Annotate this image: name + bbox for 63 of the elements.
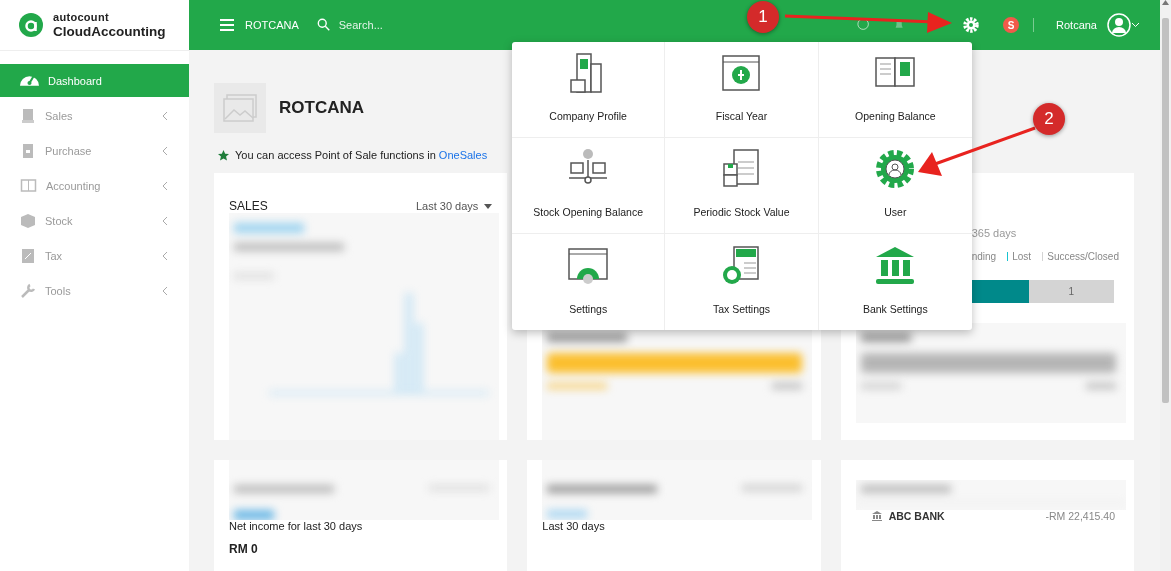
book-icon xyxy=(20,177,37,194)
box-icon xyxy=(20,212,36,229)
sidebar-item[interactable]: Accounting xyxy=(0,169,189,202)
logo-icon xyxy=(19,13,43,37)
bar-segment: 1 xyxy=(1028,280,1114,303)
help-icon[interactable] xyxy=(857,18,871,32)
percent-icon xyxy=(20,247,36,264)
legend-label: Success/Closed xyxy=(1047,251,1119,262)
scrollbar-thumb[interactable] xyxy=(1162,18,1169,403)
sidebar-item[interactable]: Tax xyxy=(0,239,189,272)
receipt-icon xyxy=(20,142,36,159)
company-name: ROTCANA xyxy=(279,98,364,118)
settings-menu-item[interactable]: Opening Balance xyxy=(818,42,972,138)
wrench-icon xyxy=(20,282,36,299)
income-value: RM 0 xyxy=(229,542,259,556)
search-icon[interactable] xyxy=(316,18,331,32)
chevron-icon xyxy=(161,215,169,226)
card-caption: Last 30 days xyxy=(542,520,606,532)
avatar-icon[interactable] xyxy=(1107,13,1131,37)
chevron-icon xyxy=(161,250,169,261)
menu-icon[interactable] xyxy=(219,17,235,33)
star-icon xyxy=(218,149,229,161)
scroll-up-icon xyxy=(1162,0,1169,6)
sidebar-item[interactable]: Purchase xyxy=(0,134,189,167)
card-caption: Net income for last 30 days xyxy=(229,520,364,532)
image-icon xyxy=(222,93,258,123)
legend-label: nding xyxy=(971,251,997,262)
settings-menu-item[interactable]: Stock Opening Balance xyxy=(512,138,666,234)
sidebar-item[interactable]: Tools xyxy=(0,274,189,307)
chevron-icon xyxy=(161,180,169,191)
period-dropdown[interactable]: Last 30 days xyxy=(415,200,493,212)
chevron-down-icon[interactable] xyxy=(1131,21,1140,29)
bank-balance: -RM 22,415.40 xyxy=(1045,510,1115,522)
product-name: CloudAccounting xyxy=(53,24,166,39)
pos-notice: You can access Point of Sale functions in OneSales xyxy=(235,149,488,161)
onesales-link[interactable]: OneSales xyxy=(438,149,488,161)
settings-menu-item[interactable]: Bank Settings xyxy=(818,234,972,330)
caret-icon xyxy=(484,203,493,209)
settings-menu-item[interactable]: Fiscal Year xyxy=(665,42,819,138)
search-field[interactable]: Search... xyxy=(336,18,501,32)
chevron-icon xyxy=(161,110,169,121)
user-name[interactable]: Rotcana xyxy=(1056,19,1097,31)
legend-label: Lost xyxy=(1012,251,1032,262)
card-title: SALES xyxy=(229,199,268,213)
settings-menu-item[interactable]: Tax Settings xyxy=(665,234,819,330)
chevron-icon xyxy=(161,145,169,156)
bank-icon xyxy=(871,511,882,521)
settings-menu-item[interactable]: Settings xyxy=(512,234,666,330)
notification-badge[interactable]: S xyxy=(1003,17,1019,33)
settings-menu-item[interactable]: Periodic Stock Value xyxy=(665,138,819,234)
gauge-icon xyxy=(20,74,39,87)
company-switcher[interactable]: ROTCANA xyxy=(245,19,299,31)
period-label: 365 days xyxy=(970,227,1018,239)
chevron-icon xyxy=(161,285,169,296)
receipt-icon xyxy=(20,107,36,124)
bank-name: ABC BANK xyxy=(888,510,946,522)
settings-menu-item[interactable]: Company Profile xyxy=(512,42,666,138)
settings-icon[interactable] xyxy=(963,17,979,33)
sidebar-item[interactable]: Sales xyxy=(0,99,189,132)
sidebar-item[interactable]: Stock xyxy=(0,204,189,237)
step-number: 2 xyxy=(1033,103,1065,135)
brand-name: autocount xyxy=(53,11,110,23)
sidebar-item[interactable]: Dashboard xyxy=(0,64,189,97)
